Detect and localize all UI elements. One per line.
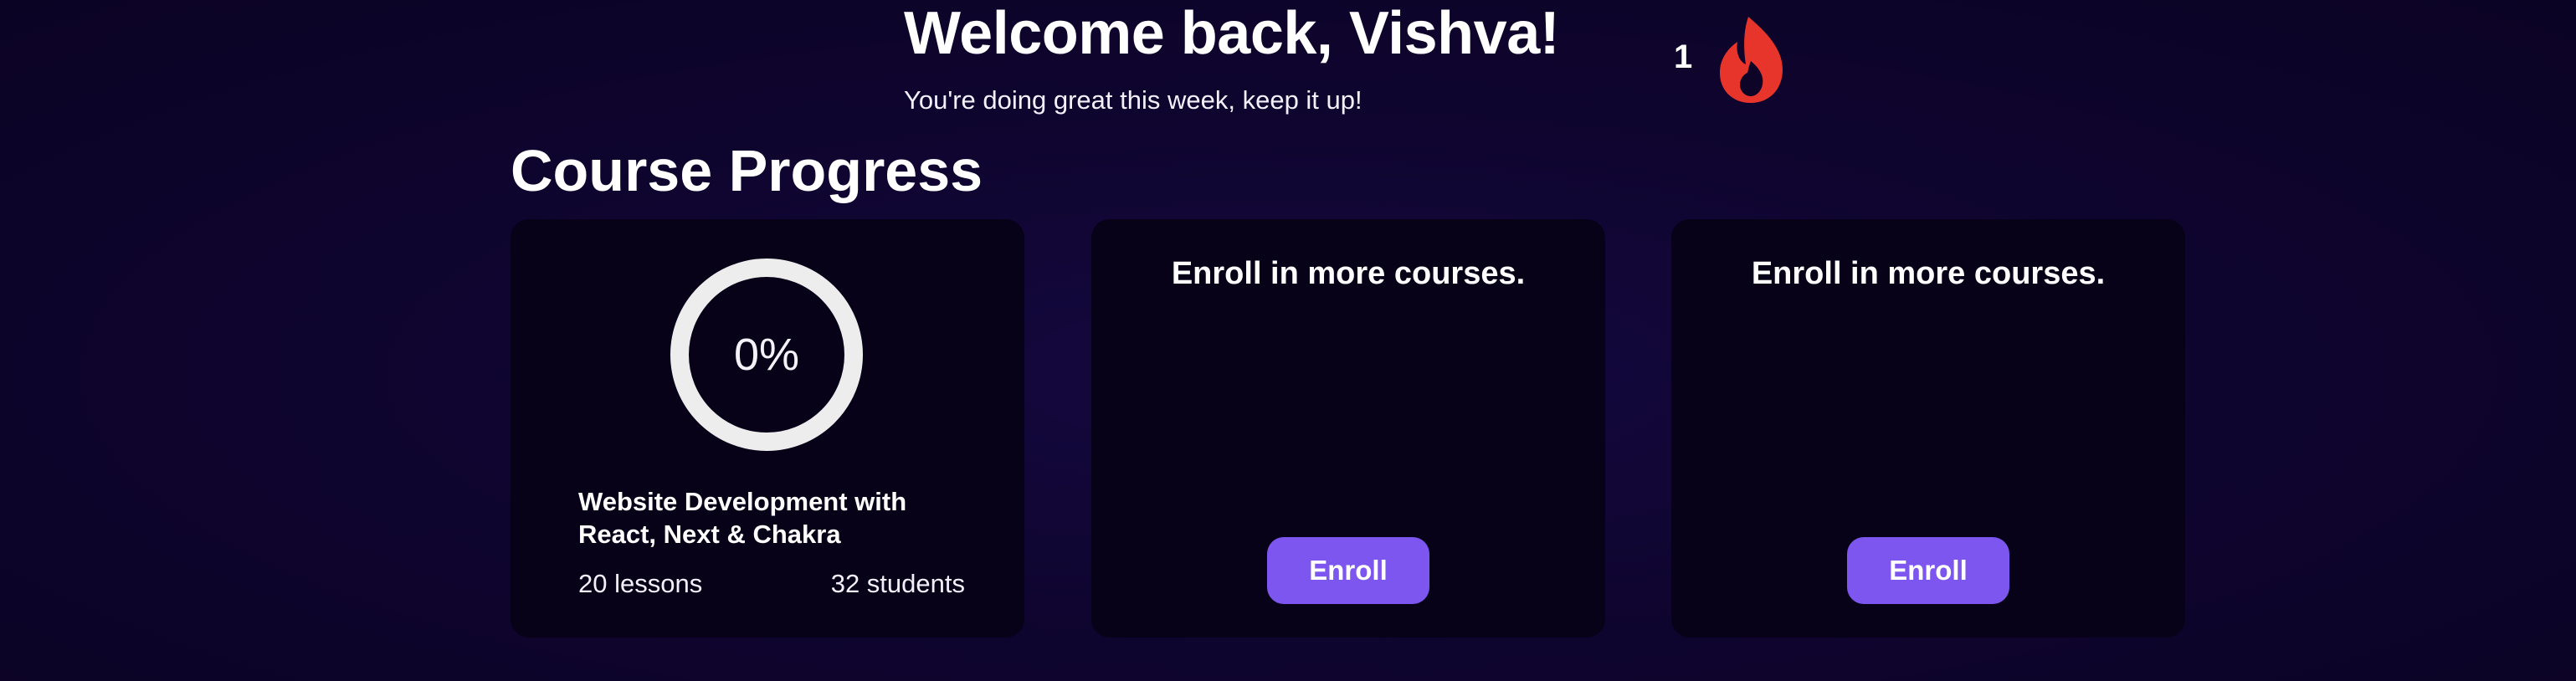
- enroll-button[interactable]: Enroll: [1847, 537, 2009, 604]
- enroll-card: Enroll in more courses. Enroll: [1671, 219, 2185, 637]
- course-title: Website Development with React, Next & C…: [578, 487, 907, 549]
- welcome-title: Welcome back, Vishva!: [904, 0, 1560, 67]
- section-title: Course Progress: [511, 138, 983, 203]
- student-count: 32 students: [830, 569, 965, 598]
- enroll-message: Enroll in more courses.: [1751, 256, 2106, 291]
- course-meta: 20 lessons 32 students: [578, 567, 965, 601]
- enroll-message: Enroll in more courses.: [1171, 256, 1526, 291]
- streak-count: 1: [1674, 38, 1693, 75]
- welcome-subtitle: You're doing great this week, keep it up…: [904, 85, 1362, 115]
- enroll-card: Enroll in more courses. Enroll: [1091, 219, 1605, 637]
- enroll-button[interactable]: Enroll: [1267, 537, 1429, 604]
- progress-percent: 0%: [733, 330, 800, 380]
- streak-counter: 1: [1674, 13, 1786, 105]
- course-card[interactable]: 0% Website Development with React, Next …: [511, 219, 1024, 637]
- lesson-count: 20 lessons: [578, 569, 703, 598]
- fire-icon: [1717, 14, 1786, 105]
- progress-ring: 0%: [670, 258, 864, 452]
